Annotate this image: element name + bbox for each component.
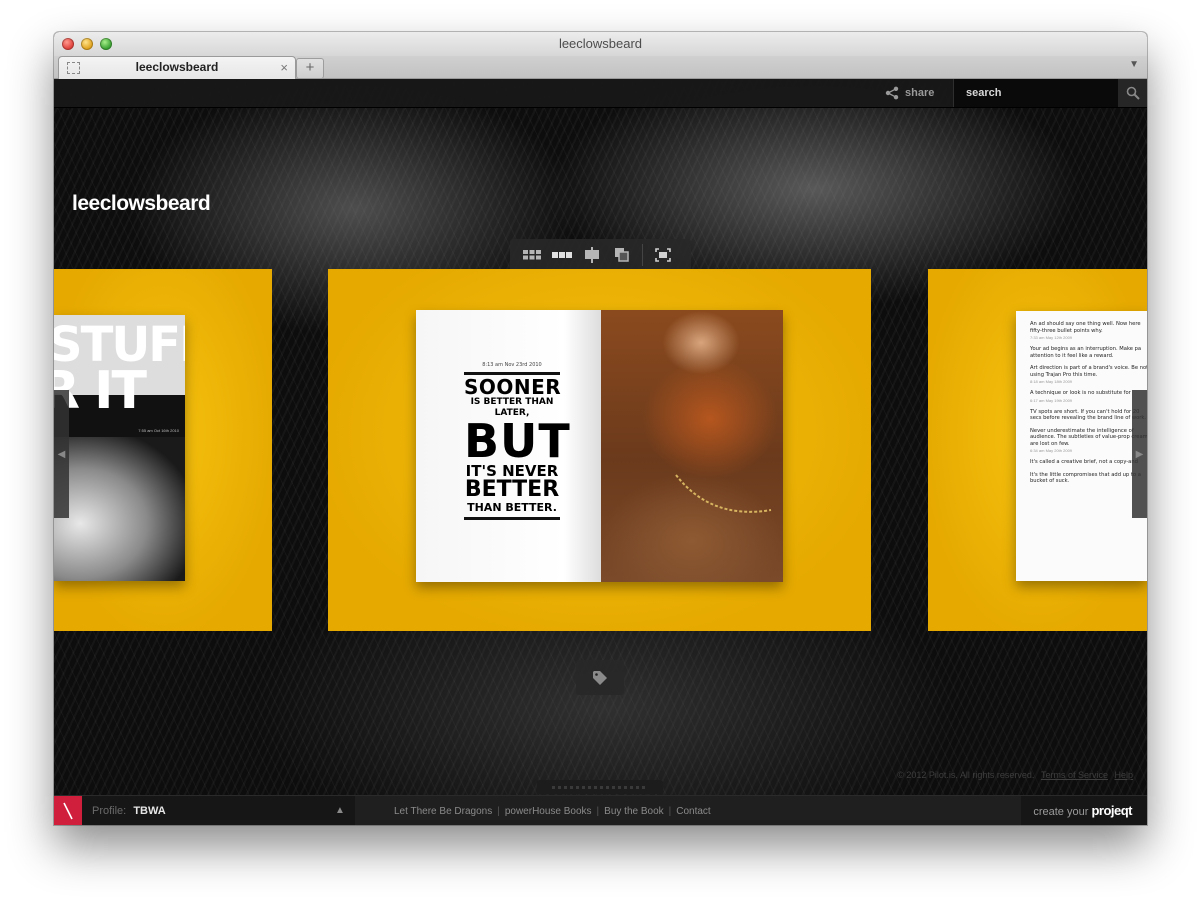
pages-view-icon[interactable] (612, 246, 632, 264)
tweet-entry: Art direction is part of a brand's voice… (1030, 365, 1147, 384)
tweet-entry: An ad should say one thing well. Now her… (1030, 321, 1147, 340)
footer-link-separator: | (596, 805, 600, 817)
browser-window: leeclowsbeard leeclowsbeard × + ▼ share (54, 32, 1147, 825)
tweet-entry: TV spots are short. If you can't hold fo… (1030, 409, 1147, 422)
necklace-icon (675, 474, 772, 513)
title-bar: leeclowsbeard (54, 32, 1147, 56)
new-tab-button[interactable]: + (296, 58, 324, 79)
tab-leeclowsbeard[interactable]: leeclowsbeard × (58, 56, 296, 79)
page-title: leeclowsbeard (72, 192, 211, 215)
chevron-right-icon: ▶ (1135, 448, 1144, 460)
tweet-date: 6:17 am May 19th 2009 (1030, 397, 1073, 403)
copyright-notice: © 2012 Pilot.is. All rights reserved. Te… (897, 770, 1133, 780)
footer-link-powerhouse[interactable]: powerHouse Books (505, 806, 592, 817)
window-title: leeclowsbeard (558, 36, 643, 51)
cover-date: 7:55 am Oct 16th 2010 (138, 428, 179, 433)
toolbar-divider (642, 244, 643, 266)
projeqt-logo: projeqt (1091, 803, 1132, 818)
create-your-projeqt-link[interactable]: create your projeqt (1033, 796, 1132, 825)
footer-link-buy[interactable]: Buy the Book (604, 806, 663, 817)
tag-icon (593, 670, 607, 685)
share-button[interactable]: share (885, 79, 934, 107)
tweet-date: 7:33 am May 12th 2009 (1030, 335, 1073, 340)
search-input[interactable] (964, 79, 1118, 107)
tab-close-icon[interactable]: × (280, 57, 288, 78)
footer-link-separator: | (497, 805, 500, 817)
footer-link-contact[interactable]: Contact (676, 806, 710, 817)
profile-label: Profile: (92, 805, 127, 817)
slide-next[interactable]: An ad should say one thing well. Now her… (928, 269, 1147, 631)
terms-link[interactable]: Terms of Service (1041, 770, 1108, 780)
search-icon (1126, 86, 1140, 100)
tweet-entry: Your ad begins as an interruption. Make … (1030, 346, 1147, 359)
footer-links: Let There Be Dragons | powerHouse Books … (355, 796, 1021, 825)
footer-link-separator: | (668, 805, 672, 817)
presentation-view-icon[interactable] (582, 246, 602, 264)
copyright-text: © 2012 Pilot.is. All rights reserved. (897, 770, 1035, 780)
search-button[interactable] (1118, 79, 1147, 107)
minimize-window-button[interactable] (81, 38, 93, 50)
favicon-icon (67, 62, 80, 74)
brand-logo-icon[interactable] (54, 796, 82, 825)
profile-selector[interactable]: Profile: TBWA (92, 796, 166, 825)
tab-strip: leeclowsbeard × + ▼ (54, 56, 1147, 79)
book-left-page: 8:13 am Nov 23rd 2010 SOONER IS BETTER T… (416, 310, 601, 582)
profile-value: TBWA (133, 805, 166, 817)
tweet-date: 8:18 am May 18th 2009 (1030, 379, 1073, 384)
tweet-text: It's the little compromises that add up … (1030, 471, 1141, 485)
close-window-button[interactable] (62, 38, 74, 50)
grid-view-icon[interactable] (522, 246, 542, 264)
window-controls (62, 38, 112, 50)
quote-line-5: BETTER (464, 477, 560, 502)
tag-button[interactable] (576, 660, 624, 695)
tweet-text: A technique or look is no substitute for (1030, 390, 1131, 396)
share-label: share (905, 87, 935, 99)
quote-date: 8:13 am Nov 23rd 2010 (482, 362, 542, 368)
strip-view-icon[interactable] (552, 246, 572, 264)
create-prefix: create your (1033, 806, 1089, 818)
prev-slide-button[interactable]: ◀ (54, 390, 69, 518)
top-bar: share (54, 79, 1147, 108)
tab-overflow-icon[interactable]: ▼ (1129, 59, 1139, 70)
tab-label: leeclowsbeard (135, 60, 219, 74)
tweet-entry: Never underestimate the intelligence of … (1030, 428, 1147, 454)
slide-current[interactable]: 8:13 am Nov 23rd 2010 SOONER IS BETTER T… (328, 269, 871, 631)
tweet-entry: A technique or look is no substitute for… (1030, 390, 1147, 403)
view-mode-toolbar (510, 239, 691, 271)
page-content: share leeclowsbeard (54, 79, 1147, 825)
search-box (953, 79, 1118, 107)
quote-line-1: SOONER (464, 375, 562, 399)
zoom-window-button[interactable] (100, 38, 112, 50)
tweet-text: TV spots are short. If you can't hold fo… (1030, 408, 1147, 422)
bottom-bar: Profile: TBWA ▲ Let There Be Dragons | p… (54, 795, 1147, 825)
tweet-entry: It's the little compromises that add up … (1030, 472, 1147, 485)
beard-photo (601, 310, 783, 582)
tweet-text: It's called a creative brief, not a copy… (1030, 459, 1138, 465)
quote-block: 8:13 am Nov 23rd 2010 SOONER IS BETTER T… (464, 362, 571, 522)
quote-line-3: BUT (464, 414, 571, 468)
chevron-up-icon[interactable]: ▲ (335, 796, 345, 825)
quote-line-6: THAN BETTER. (467, 501, 557, 514)
next-slide-button[interactable]: ▶ (1132, 390, 1147, 518)
tweet-text: An ad should say one thing well. Now her… (1030, 321, 1141, 334)
tweet-text: Art direction is part of a brand's voice… (1030, 365, 1147, 378)
help-link[interactable]: Help (1114, 770, 1133, 780)
book-left-page: STUFF R IT 7:55 am Oct 16th 2010 (54, 315, 185, 581)
tweet-date: 6:34 am May 20th 2009 (1030, 448, 1073, 453)
chevron-left-icon: ◀ (57, 448, 66, 460)
tweet-text: Your ad begins as an interruption. Make … (1030, 346, 1142, 359)
drawer-handle[interactable] (537, 780, 663, 794)
tweet-list: An ad should say one thing well. Now her… (1030, 321, 1147, 485)
tweet-text: Never underestimate the intelligence of … (1030, 427, 1147, 447)
book-spread: 8:13 am Nov 23rd 2010 SOONER IS BETTER T… (416, 310, 783, 582)
tweet-entry: It's called a creative brief, not a copy… (1030, 459, 1147, 466)
footer-link-dragons[interactable]: Let There Be Dragons (394, 806, 492, 817)
portrait-photo (54, 437, 185, 581)
book-right-page: An ad should say one thing well. Now her… (1016, 311, 1147, 581)
slide-previous[interactable]: STUFF R IT 7:55 am Oct 16th 2010 (54, 269, 272, 631)
share-icon (885, 86, 899, 100)
fullscreen-icon[interactable] (653, 246, 673, 264)
quote-rule-bottom (464, 517, 560, 520)
